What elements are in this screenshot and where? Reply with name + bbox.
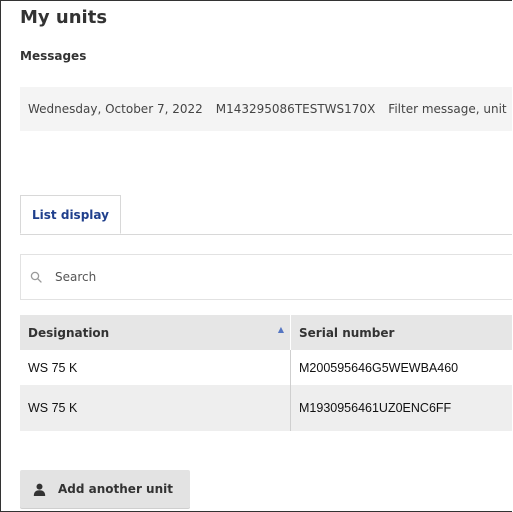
messages-heading: Messages [20,49,87,63]
cell-serial-number: M200595646G5WEWBA460 [290,350,512,385]
column-header-label: Designation [28,325,110,340]
cell-designation: WS 75 K [20,385,291,431]
sort-ascending-icon: ▲ [277,325,284,334]
add-unit-label: Add another unit [58,482,173,496]
column-header-serial-number[interactable]: Serial number [290,315,512,350]
message-row[interactable]: Wednesday, October 7, 2022 M143295086TES… [20,87,512,131]
message-serial: M143295086TESTWS170X [215,102,376,116]
table-header-row: Designation ▲ Serial number [20,315,512,350]
add-unit-button[interactable]: Add another unit [20,470,190,508]
tab-list-display[interactable]: List display [20,195,121,234]
search-box [20,254,512,300]
search-icon [30,270,44,284]
units-panel: My units Messages Wednesday, October 7, … [0,0,512,512]
message-date: Wednesday, October 7, 2022 [28,102,203,116]
cell-designation: WS 75 K [20,350,291,385]
column-header-designation[interactable]: Designation ▲ [20,315,291,350]
column-header-label: Serial number [299,325,395,340]
view-tabs: List display [20,195,512,235]
units-table: Designation ▲ Serial number WS 75 K M200… [20,315,512,431]
table-row[interactable]: WS 75 K M1930956461UZ0ENC6FF [20,385,512,431]
table-row[interactable]: WS 75 K M200595646G5WEWBA460 [20,350,512,385]
page-title: My units [20,7,108,28]
message-text: Filter message, unit [388,102,507,116]
user-icon [33,483,46,496]
cell-serial-number: M1930956461UZ0ENC6FF [290,385,512,431]
search-input[interactable] [55,270,475,284]
